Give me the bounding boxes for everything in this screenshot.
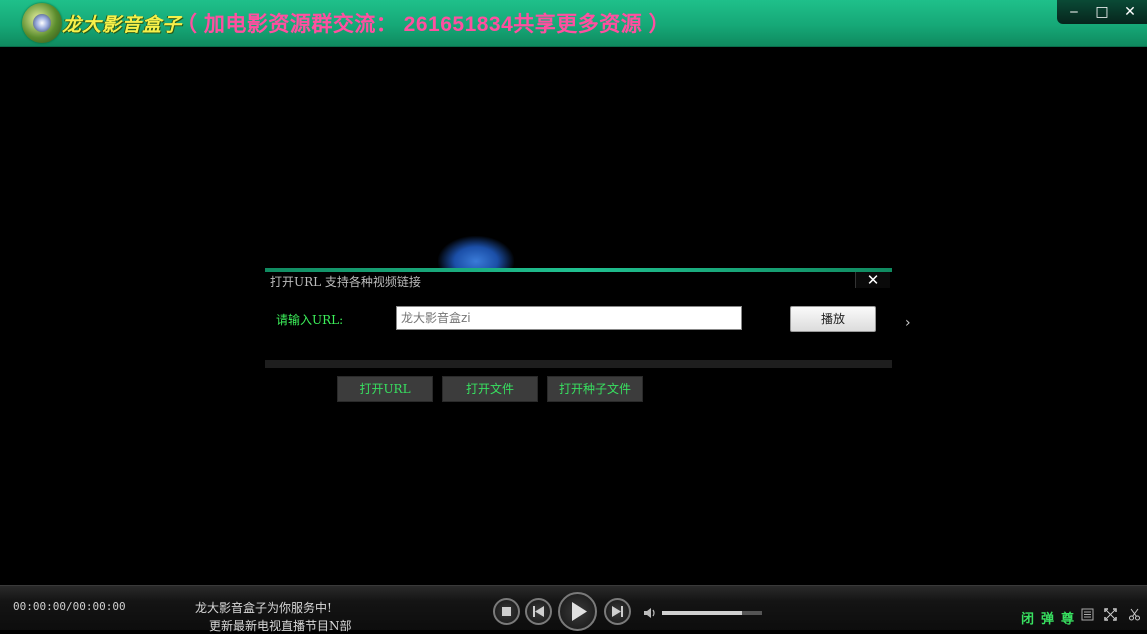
minimize-button[interactable]: ‒: [1063, 3, 1085, 21]
news-ticker-text[interactable]: 更新最新电视直播节目N部: [209, 617, 352, 634]
skip-forward-icon: [612, 606, 623, 617]
fullscreen-icon[interactable]: [1104, 608, 1117, 621]
url-label: 请输入URL:: [276, 313, 344, 327]
scissors-icon[interactable]: [1128, 608, 1141, 621]
toggle-vip-button[interactable]: 尊: [1061, 608, 1074, 627]
play-icon: [572, 602, 587, 621]
status-text: 龙大影音盒子为你服务中!: [195, 601, 332, 615]
close-button[interactable]: ✕: [1119, 3, 1141, 21]
stop-button[interactable]: [493, 598, 520, 625]
playback-time: 00:00:00/00:00:00: [13, 600, 126, 613]
toggle-danmaku-button[interactable]: 弹: [1041, 608, 1054, 627]
dialog-title: 打开URL 支持各种视频链接: [270, 275, 421, 289]
chevron-right-icon[interactable]: ›: [905, 315, 911, 331]
open-url-button[interactable]: 打开URL: [337, 376, 433, 402]
volume-icon[interactable]: [643, 606, 657, 620]
stop-icon: [502, 607, 511, 616]
toggle-close-button[interactable]: 闭: [1021, 608, 1034, 627]
dragon-emblem-icon: [438, 236, 514, 272]
promo-banner-text: （ 加电影资源群交流： 261651834共享更多资源 ）: [176, 13, 671, 36]
player-control-bar: 00:00:00/00:00:00 龙大影音盒子为你服务中! 更新最新电视直播节…: [0, 585, 1147, 633]
window-controls: ‒ □ ✕: [1057, 0, 1147, 24]
volume-slider[interactable]: [662, 611, 762, 615]
dialog-divider: [265, 360, 892, 368]
next-button[interactable]: [604, 598, 631, 625]
title-bar: 龙大影音盒子 （ 加电影资源群交流： 261651834共享更多资源 ） ‒ □…: [0, 0, 1147, 47]
dialog-close-button[interactable]: ✕: [855, 272, 890, 288]
skip-back-icon: [533, 606, 544, 617]
dragon-logo-icon: [22, 3, 62, 43]
previous-button[interactable]: [525, 598, 552, 625]
play-url-button[interactable]: 播放: [790, 306, 876, 332]
open-file-button[interactable]: 打开文件: [442, 376, 538, 402]
volume-level: [662, 611, 742, 615]
play-button[interactable]: [558, 592, 597, 631]
open-torrent-file-button[interactable]: 打开种子文件: [547, 376, 643, 402]
url-input[interactable]: [396, 306, 742, 330]
dialog-top-accent: [265, 268, 892, 272]
app-brand-title: 龙大影音盒子: [62, 14, 183, 36]
playlist-icon[interactable]: [1081, 608, 1094, 621]
maximize-button[interactable]: □: [1091, 3, 1113, 21]
